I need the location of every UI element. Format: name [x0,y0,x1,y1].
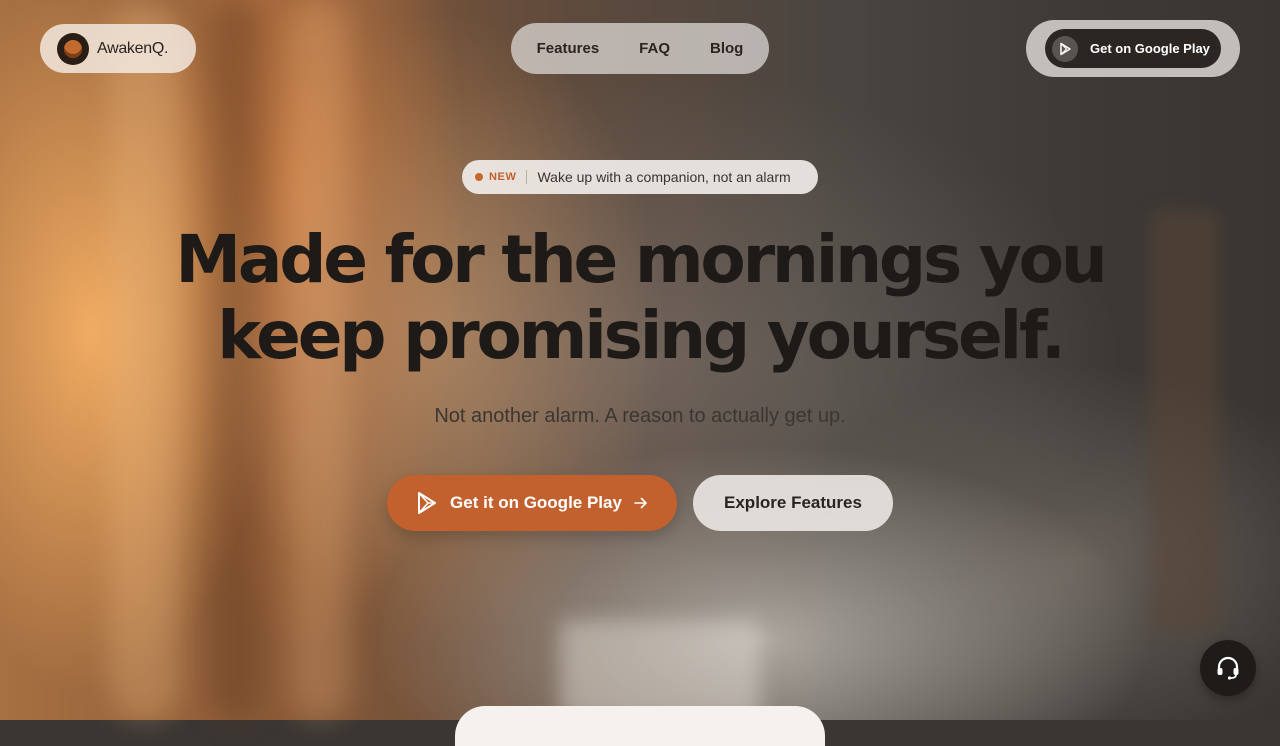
google-play-icon [418,492,437,514]
brand-mascot [64,39,82,58]
brand-logo-icon [57,32,89,65]
nav-link-features[interactable]: Features [517,40,620,57]
support-chat-button[interactable] [1200,640,1256,696]
badge-dot-icon [475,173,483,181]
secondary-button-label: Explore Features [724,493,862,512]
app-preview-card-top [455,706,825,746]
header-cta-wrapper: Get on Google Play [1026,20,1240,77]
hero-headline: Made for the mornings you keep promising… [0,222,1280,374]
announcement-badge: NEW Wake up with a companion, not an ala… [462,160,818,194]
brand-logo-link[interactable]: AwakenQ. [40,24,196,73]
header-cta-label: Get on Google Play [1090,41,1210,56]
badge-tag: NEW [489,171,517,183]
primary-button-label: Get it on Google Play [450,493,622,512]
get-google-play-button[interactable]: Get it on Google Play [387,475,677,531]
hero-subheadline: Not another alarm. A reason to actually … [434,405,846,427]
badge-text: Wake up with a companion, not an alarm [537,169,791,185]
google-play-icon [1052,35,1078,62]
header-google-play-button[interactable]: Get on Google Play [1045,29,1221,68]
headset-icon [1217,656,1239,680]
brand-name: AwakenQ. [97,39,169,57]
headline-line-2: keep promising yourself. [217,297,1066,374]
nav-link-blog[interactable]: Blog [690,40,763,57]
main-nav: Features FAQ Blog [511,23,769,74]
headline-line-1: Made for the mornings you [175,221,1107,298]
nav-link-faq[interactable]: FAQ [619,40,690,57]
explore-features-button[interactable]: Explore Features [693,475,893,531]
badge-divider [526,170,528,184]
arrow-right-icon [634,497,647,509]
